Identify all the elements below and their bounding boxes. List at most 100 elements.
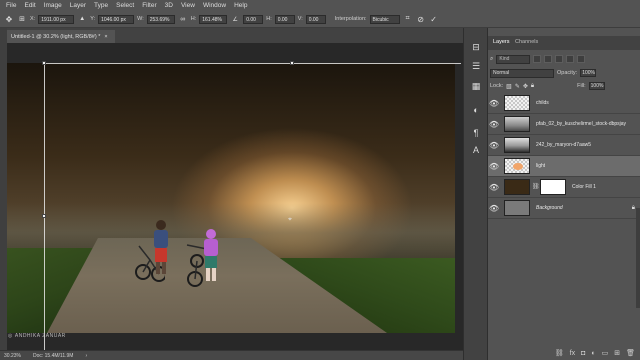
history-icon[interactable]: ⊟ xyxy=(470,42,482,53)
menu-select[interactable]: Select xyxy=(116,2,134,9)
transform-center-icon[interactable]: ⌖ xyxy=(288,216,295,223)
add-mask-icon[interactable]: ◘ xyxy=(581,350,585,357)
status-bar: 30.23% Doc: 15.4M/11.9M › xyxy=(0,350,463,360)
h-field[interactable]: 161.48% xyxy=(199,14,228,24)
angle-field[interactable]: 0.00 xyxy=(243,14,264,24)
lock-pixels-icon[interactable]: ▧ xyxy=(506,83,512,90)
swatches-icon[interactable]: ▦ xyxy=(470,81,482,92)
lock-position-icon[interactable]: ✥ xyxy=(523,83,528,90)
visibility-eye-icon[interactable]: 👁︎ xyxy=(488,177,500,198)
pixel-filter-icon[interactable] xyxy=(533,55,542,63)
layer-row-pfab[interactable]: 👁︎ pfab_02_by_kuschelirmel_stock-dbpsjay xyxy=(488,114,640,135)
tab-layers[interactable]: Layers xyxy=(493,39,510,45)
layer-name: Color Fill 1 xyxy=(572,184,596,190)
h-skew-field[interactable]: 0.00 xyxy=(274,14,295,24)
visibility-eye-icon[interactable]: 👁︎ xyxy=(488,156,500,177)
w-label: W: xyxy=(137,16,144,22)
status-menu-arrow-icon[interactable]: › xyxy=(85,353,87,359)
layer-style-icon[interactable]: fx xyxy=(570,350,575,357)
lock-label: Lock: xyxy=(490,83,504,89)
transform-handle-top-left[interactable] xyxy=(42,61,46,65)
layer-name: Background xyxy=(536,205,563,211)
commit-transform-icon[interactable]: ✓ xyxy=(429,14,439,24)
menu-layer[interactable]: Layer xyxy=(70,2,86,9)
character-icon[interactable]: A xyxy=(470,144,482,155)
type-filter-icon[interactable] xyxy=(555,55,564,63)
layer-thumbnail xyxy=(504,158,530,174)
link-aspect-icon[interactable]: ∞ xyxy=(178,14,188,24)
tab-channels[interactable]: Channels xyxy=(515,39,538,45)
layer-thumbnail xyxy=(504,179,530,195)
kind-filter-select[interactable]: Kind xyxy=(496,54,531,64)
panel-scrollbar[interactable] xyxy=(636,208,640,308)
menu-filter[interactable]: Filter xyxy=(142,2,156,9)
document-tab[interactable]: Untitled-1 @ 30.2% (light, RGB/8#) * × xyxy=(7,30,115,43)
relative-position-icon[interactable]: ▲ xyxy=(77,14,87,24)
lock-paint-icon[interactable]: ✎ xyxy=(515,83,520,90)
layer-row-color-fill[interactable]: 👁︎ ⛓︎ Color Fill 1 xyxy=(488,177,640,198)
watermark-text: ANDHIKA ZANUAR xyxy=(14,333,66,339)
x-field[interactable]: 1911.00 px xyxy=(38,14,75,24)
visibility-eye-icon[interactable]: 👁︎ xyxy=(488,93,500,114)
smart-object-filter-icon[interactable] xyxy=(577,55,586,63)
menu-edit[interactable]: Edit xyxy=(24,2,35,9)
lock-icon: 🔒︎ xyxy=(631,204,635,211)
canvas-area[interactable]: ⌖ xyxy=(7,43,463,350)
layer-name: 242_by_maryon-d7aaw5 xyxy=(536,142,592,148)
cancel-transform-icon[interactable]: ⊘ xyxy=(416,14,426,24)
menu-window[interactable]: Window xyxy=(203,2,226,9)
layer-row-light[interactable]: 👁︎ light xyxy=(488,156,640,177)
transform-bounding-box[interactable] xyxy=(42,61,461,350)
v-skew-field[interactable]: 0.00 xyxy=(305,14,326,24)
x-label: X: xyxy=(30,16,36,22)
document-tab-bar: Untitled-1 @ 30.2% (light, RGB/8#) * × xyxy=(7,28,463,43)
new-group-icon[interactable]: ▭ xyxy=(602,349,609,357)
opacity-field[interactable]: 100% xyxy=(580,69,597,77)
link-layers-icon[interactable]: ⛓︎ xyxy=(555,349,564,357)
w-field[interactable]: 253.69% xyxy=(146,14,175,24)
layer-row-childs[interactable]: 👁︎ childs xyxy=(488,93,640,114)
reference-point-icon[interactable]: ⊞ xyxy=(17,14,27,24)
lock-row: Lock: ▧ ✎ ✥ 🔒︎ Fill: 100% xyxy=(490,81,639,91)
blend-mode-select[interactable]: Normal xyxy=(490,68,554,78)
adjustments-icon[interactable]: ◐ xyxy=(470,104,482,115)
transform-handle-middle-left[interactable] xyxy=(42,214,46,218)
transform-handle-top-middle[interactable] xyxy=(290,61,294,65)
delete-layer-icon[interactable]: 🗑︎ xyxy=(626,349,635,357)
menu-bar: File Edit Image Layer Type Select Filter… xyxy=(0,0,640,11)
layer-mask-thumbnail[interactable] xyxy=(540,179,566,195)
menu-file[interactable]: File xyxy=(6,2,16,9)
zoom-level[interactable]: 30.23% xyxy=(4,353,21,359)
interpolation-select[interactable]: Bicubic xyxy=(369,14,400,24)
h-skew-label: H: xyxy=(266,16,272,22)
rotate-icon: ∠ xyxy=(232,16,238,23)
layer-name: childs xyxy=(536,100,549,106)
lock-all-icon[interactable]: 🔒︎ xyxy=(531,83,534,90)
visibility-eye-icon[interactable]: 👁︎ xyxy=(488,114,500,135)
layers-panel: Layers Channels ⌕ Kind Normal Opacity: 1… xyxy=(487,28,640,360)
y-field[interactable]: 1046.00 px xyxy=(98,14,135,24)
visibility-eye-icon[interactable]: 👁︎ xyxy=(488,135,500,156)
fill-label: Fill: xyxy=(577,83,586,89)
close-tab-icon[interactable]: × xyxy=(104,34,107,40)
shape-filter-icon[interactable] xyxy=(566,55,575,63)
move-tool-icon[interactable]: ✥ xyxy=(4,14,14,24)
visibility-eye-icon[interactable]: 👁︎ xyxy=(488,198,500,219)
new-layer-icon[interactable]: ⊞ xyxy=(614,349,620,357)
menu-image[interactable]: Image xyxy=(44,2,62,9)
adjustment-layer-icon[interactable]: ◐ xyxy=(591,350,595,357)
layer-row-242[interactable]: 👁︎ 242_by_maryon-d7aaw5 xyxy=(488,135,640,156)
menu-view[interactable]: View xyxy=(181,2,195,9)
menu-help[interactable]: Help xyxy=(234,2,247,9)
document-size[interactable]: Doc: 15.4M/11.9M xyxy=(33,353,73,359)
warp-icon[interactable]: ⌗ xyxy=(403,14,413,24)
mask-link-icon[interactable]: ⛓︎ xyxy=(532,183,540,191)
menu-3d[interactable]: 3D xyxy=(165,2,173,9)
fill-field[interactable]: 100% xyxy=(588,82,605,90)
properties-icon[interactable]: ☰ xyxy=(470,61,482,72)
layer-row-background[interactable]: 👁︎ Background 🔒︎ xyxy=(488,198,640,219)
paragraph-icon[interactable]: ¶ xyxy=(470,127,482,138)
menu-type[interactable]: Type xyxy=(94,2,108,9)
layer-thumbnail xyxy=(504,137,530,153)
adjustment-filter-icon[interactable] xyxy=(544,55,553,63)
